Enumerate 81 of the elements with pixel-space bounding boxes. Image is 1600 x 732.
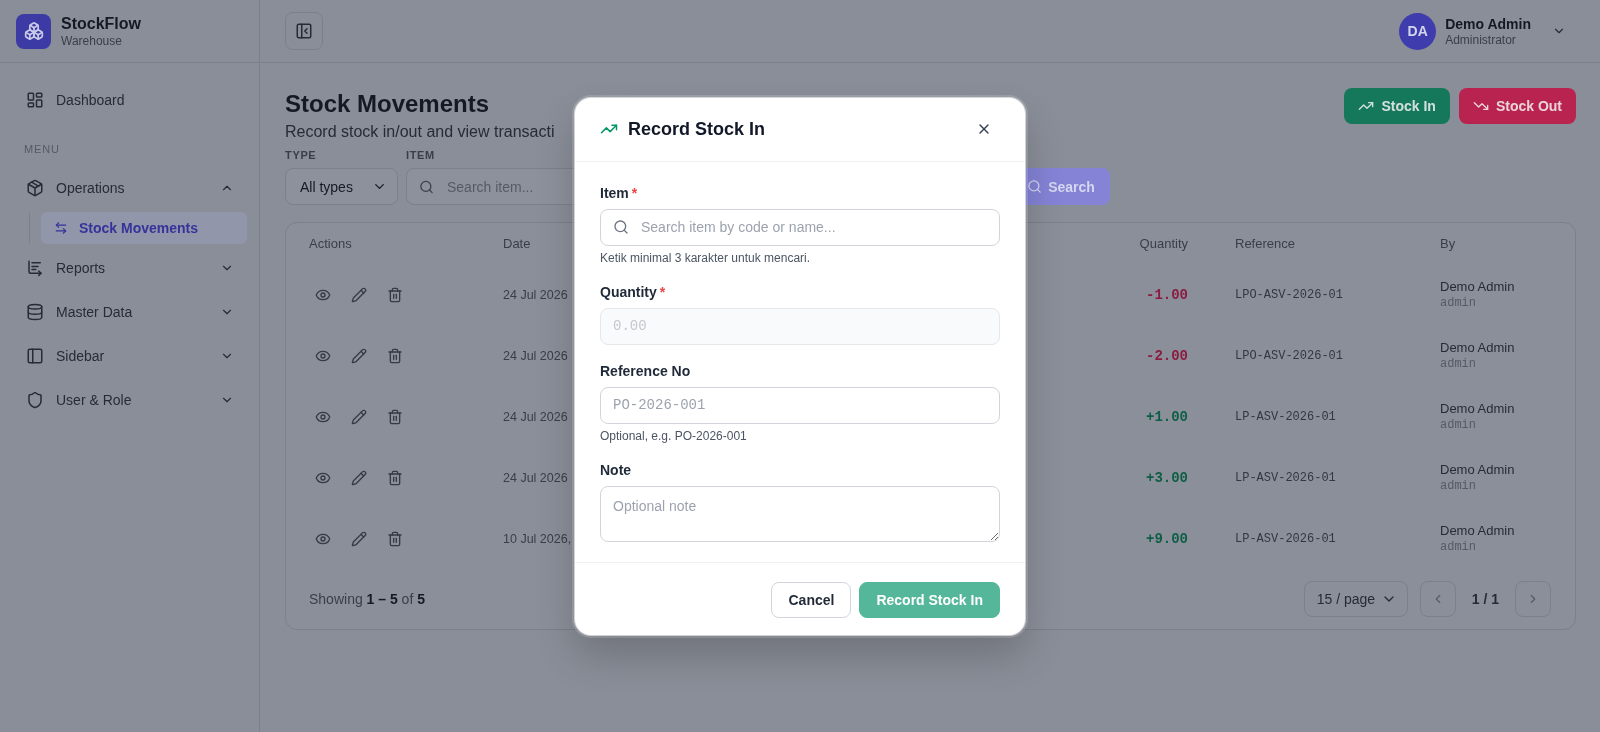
column-header: Reference	[1235, 236, 1295, 251]
dashboard-icon	[26, 91, 44, 109]
reference-cell: LP-ASV-2026-01	[1235, 470, 1336, 485]
sidebar-item[interactable]: Dashboard	[12, 80, 247, 120]
sidebar-group[interactable]: Operations	[12, 168, 247, 208]
pencil-icon	[351, 530, 367, 547]
trash-icon	[387, 469, 403, 486]
panel-collapse-icon	[295, 22, 313, 40]
brand-name: StockFlow	[61, 13, 141, 34]
pencil-icon	[351, 469, 367, 486]
date-cell: 24 Jul 2026	[503, 409, 568, 424]
trash-icon	[387, 530, 403, 547]
trash-icon	[387, 286, 403, 303]
note-textarea[interactable]: Optional note	[600, 485, 1000, 542]
sidebar-group[interactable]: Reports	[12, 248, 247, 288]
quantity-cell: +3.00	[1146, 469, 1188, 486]
stock-in-button[interactable]: Stock In	[1344, 88, 1450, 124]
filter-label: TYPE	[285, 148, 318, 163]
date-cell: 10 Jul 2026,	[503, 531, 572, 546]
user-role: Administrator	[1445, 32, 1517, 48]
quantity-cell: +1.00	[1146, 408, 1188, 425]
arrows-icon	[54, 221, 68, 235]
page-size-select[interactable]: 15 / page	[1303, 581, 1408, 617]
reference-cell: LP-ASV-2026-01	[1235, 409, 1336, 424]
user-name: Demo Admin	[1440, 461, 1515, 478]
pencil-icon	[351, 408, 367, 425]
user-name: Demo Admin	[1440, 278, 1515, 295]
quantity-cell: -2.00	[1146, 347, 1188, 364]
field-label: Quantity *	[600, 282, 667, 302]
text-input[interactable]: PO-2026-001	[600, 386, 1000, 424]
pencil-icon	[351, 347, 367, 364]
reference-cell: LPO-ASV-2026-01	[1235, 287, 1344, 302]
date-cell: 24 Jul 2026	[503, 348, 568, 363]
field-label: Note	[600, 460, 633, 480]
user-avatar[interactable]: DA	[1399, 12, 1437, 50]
stock-out-button[interactable]: Stock Out	[1458, 88, 1576, 124]
sidebar-group[interactable]: User & Role	[12, 380, 247, 420]
user-name: Demo Admin	[1440, 400, 1515, 417]
user-name: Demo Admin	[1440, 339, 1515, 356]
date-cell: 24 Jul 2026	[503, 470, 568, 485]
column-header: Actions	[309, 236, 352, 251]
sidebar-toggle-button[interactable]	[285, 12, 323, 50]
pencil-icon	[351, 286, 367, 303]
logo-icon	[16, 13, 51, 49]
cancel-button[interactable]: Cancel	[771, 581, 852, 618]
user-name: Demo Admin	[1440, 522, 1515, 539]
sidebar-subitem[interactable]: Stock Movements	[41, 212, 247, 244]
field-label: Item *	[600, 183, 639, 203]
column-header: Quantity	[1139, 236, 1188, 251]
search-icon	[419, 179, 434, 194]
page-title: Stock Movements	[285, 89, 491, 119]
quantity-cell: -1.00	[1146, 286, 1188, 303]
reference-cell: LPO-ASV-2026-01	[1235, 348, 1344, 363]
type-select[interactable]: All types	[285, 168, 398, 205]
box-icon	[26, 179, 44, 197]
filter-label: ITEM	[406, 148, 436, 163]
database-icon	[26, 303, 44, 321]
sidebar-group[interactable]: Sidebar	[12, 336, 247, 376]
page-subtitle: Record stock in/out and view transacti	[285, 122, 555, 142]
search-field[interactable]: Search item by code or name...	[600, 208, 1000, 246]
brand-subtitle: Warehouse	[61, 33, 123, 49]
column-header: Date	[503, 236, 531, 251]
field-hint: Ketik minimal 3 karakter untuk mencari.	[600, 249, 812, 266]
field-hint: Optional, e.g. PO-2026-001	[600, 427, 748, 444]
trash-icon	[387, 347, 403, 364]
dialog-title: Record Stock In	[628, 118, 767, 140]
search-icon	[1027, 179, 1043, 194]
trash-icon	[387, 408, 403, 425]
date-cell: 24 Jul 2026	[503, 287, 568, 302]
search-icon	[613, 219, 629, 235]
pagination-summary: Showing 1 – 5 of 5	[309, 591, 425, 607]
column-header: By	[1440, 236, 1456, 251]
reference-cell: LP-ASV-2026-01	[1235, 531, 1336, 546]
chart-icon	[26, 259, 44, 277]
shield-icon	[26, 391, 44, 409]
panel-icon	[26, 347, 44, 365]
field-label: Reference No	[600, 361, 692, 381]
page-indicator: 1 / 1	[1471, 591, 1499, 607]
sidebar-group[interactable]: Master Data	[12, 292, 247, 332]
quantity-cell: +9.00	[1146, 530, 1188, 547]
user-name: Demo Admin	[1445, 14, 1531, 33]
